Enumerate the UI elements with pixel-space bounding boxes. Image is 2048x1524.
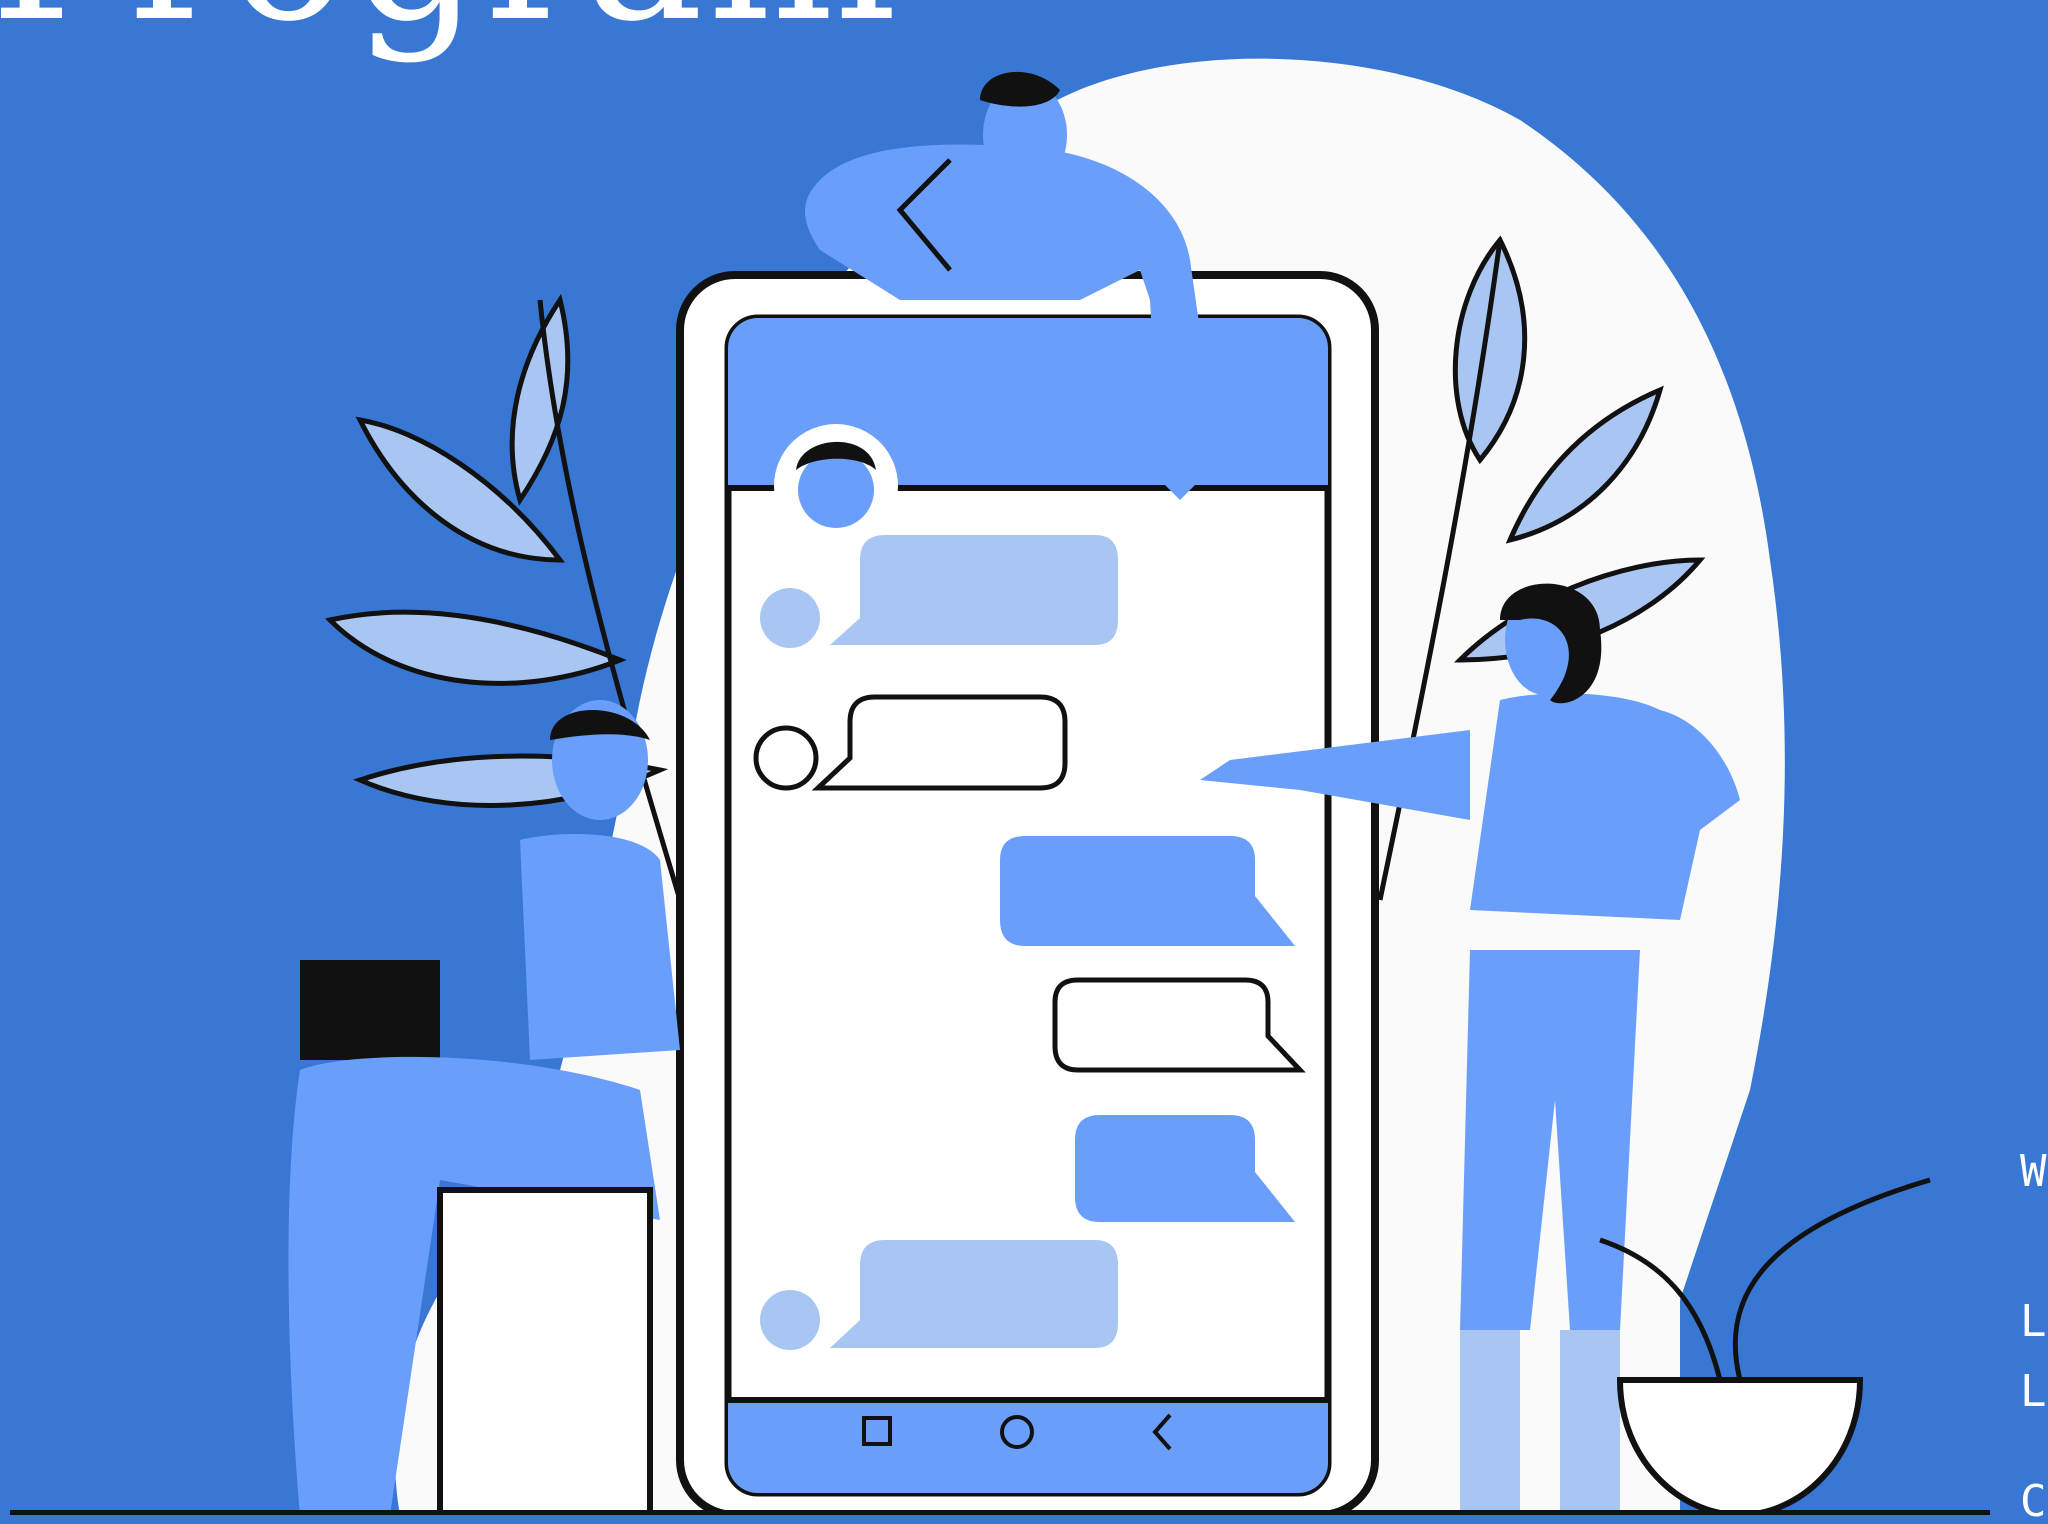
incoming-bubble-2 <box>811 694 1068 791</box>
dotted-stool <box>437 1187 653 1515</box>
phone-mockup <box>676 271 1379 1515</box>
incoming-avatar-2 <box>753 725 819 791</box>
outgoing-bubble-2 <box>1052 977 1306 1073</box>
outgoing-bubble-1 <box>1000 836 1295 946</box>
incoming-avatar-1 <box>760 588 820 648</box>
chat-illustration <box>10 58 1990 1515</box>
incoming-avatar-3 <box>760 1290 820 1350</box>
incoming-bubble-1 <box>830 535 1118 645</box>
incoming-bubble-3 <box>830 1240 1118 1348</box>
